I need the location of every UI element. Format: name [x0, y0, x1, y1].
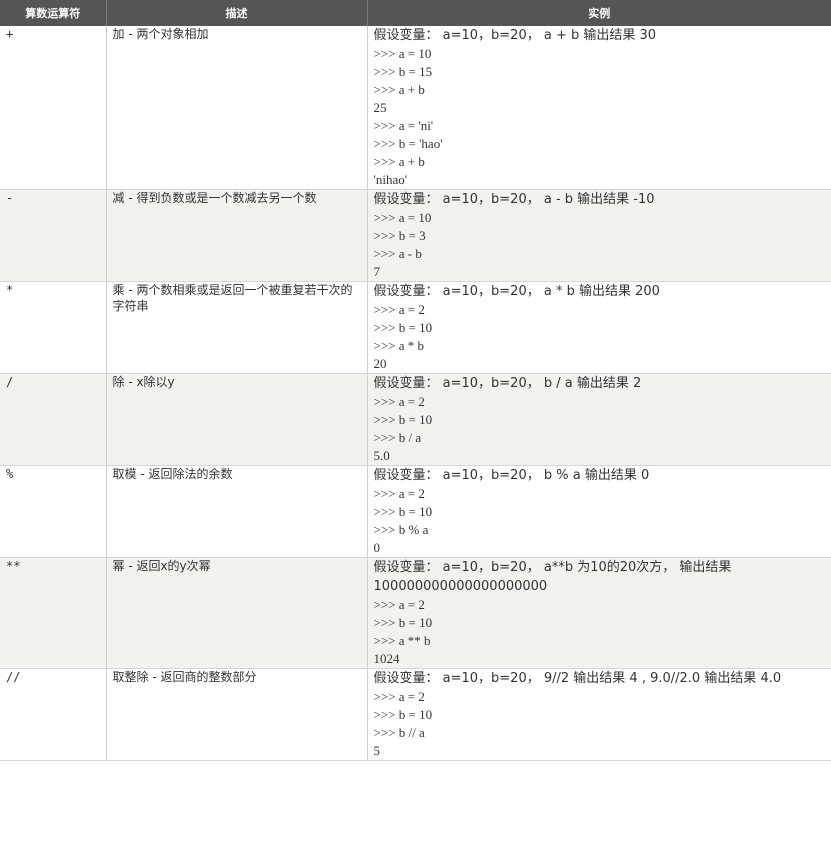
operator-cell: *	[0, 281, 106, 374]
example-code-line: 20	[373, 356, 387, 371]
example-code-line: >>> a - b	[373, 246, 422, 261]
example-lead: 假设变量： a=10，b=20， a + b 输出结果 30	[373, 28, 657, 43]
arithmetic-operators-table: 算数运算符 描述 实例 + 加 - 两个对象相加 假设变量： a=10，b=20， …	[0, 0, 831, 761]
example-code-line: >>> b = 'hao'	[373, 136, 443, 151]
description-cell: 除 - x除以y	[105, 373, 367, 466]
example-code-line: 25	[373, 100, 387, 115]
example-code-line: >>> b = 10	[373, 707, 433, 722]
example-code-line: 'nihao'	[373, 172, 408, 187]
example-lead: 假设变量： a=10，b=20， a * b 输出结果 200	[373, 284, 660, 299]
table-row: -减 - 得到负数或是一个数减去另一个数 假设变量： a=10，b=20， a -…	[0, 189, 831, 282]
example-code-line: >>> b = 10	[373, 320, 433, 335]
description-cell: 加 - 两个对象相加	[105, 26, 367, 190]
example-code-line: >>> a + b	[373, 154, 425, 169]
table-row: //取整除 - 返回商的整数部分 假设变量： a=10，b=20， 9//2 输出…	[0, 668, 831, 761]
description-cell: 减 - 得到负数或是一个数减去另一个数	[105, 189, 367, 282]
example-code-line: 0	[373, 540, 381, 555]
example-cell: 假设变量： a=10，b=20， a - b 输出结果 -10 >>> a = 1…	[366, 189, 831, 282]
example-code-line: 7	[373, 264, 381, 279]
example-code-line: >>> a = 2	[373, 597, 425, 612]
example-code-line: >>> b = 10	[373, 412, 433, 427]
example-code-line: >>> a = 10	[373, 210, 432, 225]
operator-cell: %	[0, 465, 106, 558]
operator-cell: /	[0, 373, 106, 466]
example-code-line: >>> a * b	[373, 338, 425, 353]
example-lead: 假设变量： a=10，b=20， 9//2 输出结果 4 , 9.0//2.0 …	[373, 671, 782, 686]
example-lead: 假设变量： a=10，b=20， a - b 输出结果 -10	[373, 192, 655, 207]
operator-cell: +	[0, 26, 106, 190]
example-code-line: >>> b = 10	[373, 504, 433, 519]
example-lead: 假设变量： a=10，b=20， b / a 输出结果 2	[373, 376, 642, 391]
table-row: + 加 - 两个对象相加 假设变量： a=10，b=20， a + b 输出结果 3…	[0, 26, 831, 190]
example-cell: 假设变量： a=10，b=20， 9//2 输出结果 4 , 9.0//2.0 …	[366, 668, 831, 761]
description-cell: 取整除 - 返回商的整数部分	[105, 668, 367, 761]
example-code-line: >>> b // a	[373, 725, 425, 740]
example-code-line: >>> a = 2	[373, 394, 425, 409]
example-lead: 假设变量： a=10，b=20， b % a 输出结果 0	[373, 468, 650, 483]
header-description: 描述	[105, 0, 367, 26]
example-code-line: >>> a = 2	[373, 689, 425, 704]
header-example: 实例	[366, 0, 831, 26]
example-cell: 假设变量： a=10，b=20， b % a 输出结果 0 >>> a = 2 >>…	[366, 465, 831, 558]
header-operator: 算数运算符	[0, 0, 106, 26]
description-cell: 乘 - 两个数相乘或是返回一个被重复若干次的字符串	[105, 281, 367, 374]
description-cell: 取模 - 返回除法的余数	[105, 465, 367, 558]
description-cell: 幂 - 返回x的y次幂	[105, 557, 367, 669]
example-cell: 假设变量： a=10，b=20， b / a 输出结果 2 >>> a = 2 >>…	[366, 373, 831, 466]
example-code-line: >>> b = 10	[373, 615, 433, 630]
example-code-line: >>> a ** b	[373, 633, 431, 648]
example-code-line: 5.0	[373, 448, 390, 463]
example-code-line: >>> a = 'ni'	[373, 118, 434, 133]
operator-cell: **	[0, 557, 106, 669]
operator-cell: //	[0, 668, 106, 761]
example-cell: 假设变量： a=10，b=20， a + b 输出结果 30 >>> a = 10…	[366, 26, 831, 190]
example-code-line: 5	[373, 743, 381, 758]
example-code-line: >>> a = 2	[373, 302, 425, 317]
example-code-line: >>> b = 15	[373, 64, 433, 79]
example-cell: 假设变量： a=10，b=20， a**b 为10的20次方， 输出结果 100…	[366, 557, 831, 669]
table-header: 算数运算符 描述 实例	[0, 0, 831, 26]
header-row: 算数运算符 描述 实例	[0, 0, 831, 26]
example-cell: 假设变量： a=10，b=20， a * b 输出结果 200 >>> a = 2…	[366, 281, 831, 374]
table-row: * 乘 - 两个数相乘或是返回一个被重复若干次的字符串 假设变量： a=10，b=2…	[0, 281, 831, 374]
table-body: + 加 - 两个对象相加 假设变量： a=10，b=20， a + b 输出结果 3…	[0, 26, 831, 761]
table-row: / 除 - x除以y 假设变量： a=10，b=20， b / a 输出结果 2 >>…	[0, 373, 831, 466]
example-code-line: >>> b % a	[373, 522, 429, 537]
example-lead: 假设变量： a=10，b=20， a**b 为10的20次方， 输出结果 100…	[373, 560, 732, 594]
table-row: ** 幂 - 返回x的y次幂 假设变量： a=10，b=20， a**b 为10的2…	[0, 557, 831, 669]
example-code-line: 1024	[373, 651, 400, 666]
example-code-line: >>> a + b	[373, 82, 425, 97]
example-code-line: >>> b / a	[373, 430, 422, 445]
example-code-line: >>> a = 10	[373, 46, 432, 61]
table-row: % 取模 - 返回除法的余数 假设变量： a=10，b=20， b % a 输出结果…	[0, 465, 831, 558]
example-code-line: >>> b = 3	[373, 228, 426, 243]
example-code-line: >>> a = 2	[373, 486, 425, 501]
operator-cell: -	[0, 189, 106, 282]
